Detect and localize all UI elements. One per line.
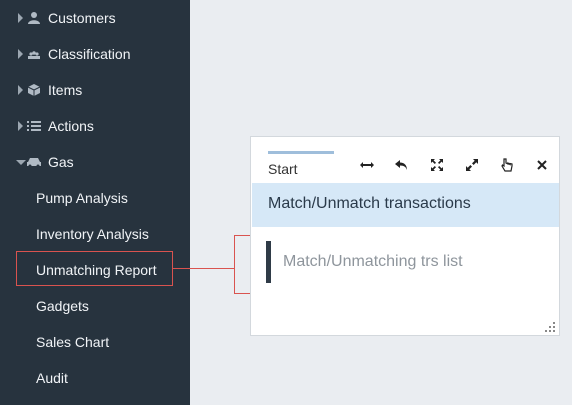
sidebar-subitem-gadgets[interactable]: Gadgets bbox=[0, 288, 190, 324]
expand-icon[interactable] bbox=[427, 156, 447, 174]
caret-right-icon bbox=[18, 121, 23, 131]
sidebar-subitem-pump-analysis[interactable]: Pump Analysis bbox=[0, 180, 190, 216]
undo-icon[interactable] bbox=[392, 156, 412, 174]
sidebar-item-label: Classification bbox=[48, 46, 131, 62]
highlight-box bbox=[16, 251, 173, 286]
list-icon bbox=[26, 118, 42, 134]
caret-right-icon bbox=[18, 85, 23, 95]
list-item[interactable]: Match/Unmatching trs list bbox=[266, 241, 546, 283]
sidebar-item-customers[interactable]: Customers bbox=[0, 0, 190, 36]
sidebar-subitem-label: Sales Chart bbox=[36, 334, 110, 350]
resize-handle-icon[interactable] bbox=[544, 320, 556, 332]
caret-down-icon bbox=[16, 159, 26, 165]
sidebar-item-classification[interactable]: Classification bbox=[0, 36, 190, 72]
list-item-label: Match/Unmatching trs list bbox=[283, 253, 463, 270]
connector-line bbox=[173, 268, 235, 269]
sidebar-subitem-sales-chart[interactable]: Sales Chart bbox=[0, 324, 190, 360]
connector-bracket bbox=[234, 235, 235, 294]
sidebar-subitem-label: Audit bbox=[36, 370, 68, 386]
sidebar: Customers Classification Items Actions G… bbox=[0, 0, 190, 405]
tab-label: Start bbox=[268, 161, 298, 177]
car-icon bbox=[26, 154, 42, 170]
cube-icon bbox=[26, 82, 42, 98]
tab-active-indicator bbox=[268, 151, 334, 154]
list-item-marker bbox=[266, 241, 271, 283]
close-icon[interactable] bbox=[532, 156, 552, 174]
sidebar-subitem-audit[interactable]: Audit bbox=[0, 360, 190, 396]
sidebar-item-gas[interactable]: Gas bbox=[0, 144, 190, 180]
sidebar-subitem-label: Pump Analysis bbox=[36, 190, 128, 206]
widget-title: Match/Unmatch transactions bbox=[268, 195, 471, 212]
tab-start[interactable]: Start bbox=[268, 151, 334, 183]
resize-horizontal-icon[interactable] bbox=[357, 156, 377, 174]
widget-title-bar: Match/Unmatch transactions bbox=[252, 183, 559, 227]
users-icon bbox=[26, 46, 42, 62]
user-icon bbox=[26, 10, 42, 26]
caret-right-icon bbox=[18, 13, 23, 23]
sidebar-item-actions[interactable]: Actions bbox=[0, 108, 190, 144]
sidebar-item-label: Customers bbox=[48, 10, 116, 26]
fullscreen-icon[interactable] bbox=[462, 156, 482, 174]
widget-panel: Start Match/Unmatch transactions Match/U… bbox=[250, 136, 560, 336]
sidebar-item-label: Gas bbox=[48, 154, 74, 170]
pointer-icon[interactable] bbox=[497, 156, 517, 174]
sidebar-item-label: Items bbox=[48, 82, 83, 98]
caret-right-icon bbox=[18, 49, 23, 59]
sidebar-item-label: Actions bbox=[48, 118, 94, 134]
sidebar-subitem-label: Gadgets bbox=[36, 298, 89, 314]
sidebar-subitem-inventory-analysis[interactable]: Inventory Analysis bbox=[0, 216, 190, 252]
sidebar-item-items[interactable]: Items bbox=[0, 72, 190, 108]
sidebar-subitem-label: Inventory Analysis bbox=[36, 226, 149, 242]
